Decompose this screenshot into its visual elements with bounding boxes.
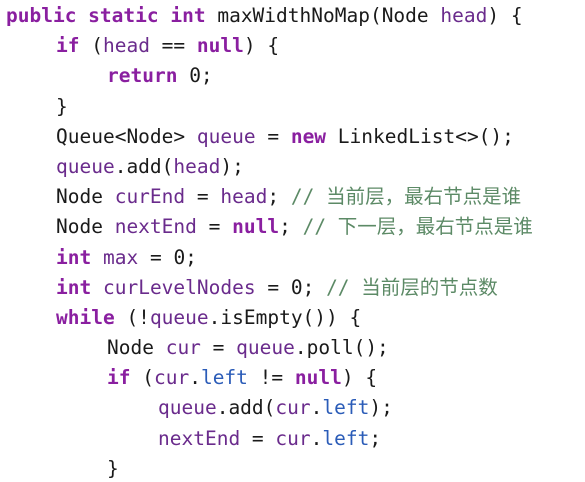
code-token: queue bbox=[236, 336, 295, 360]
code-keyword: if bbox=[107, 366, 131, 390]
code-line: Node curEnd = head; // 当前层，最右节点是谁 bbox=[6, 182, 585, 212]
code-token: head bbox=[102, 34, 150, 58]
code-line: int curLevelNodes = 0; // 当前层的节点数 bbox=[6, 273, 585, 303]
code-line: Node nextEnd = null; // 下一层，最右节点是谁 bbox=[6, 212, 585, 242]
code-token: head bbox=[220, 185, 268, 209]
code-token: ) { bbox=[243, 34, 280, 58]
code-token: .poll(); bbox=[294, 336, 389, 360]
code-token: cur bbox=[165, 336, 201, 360]
code-line: } bbox=[6, 454, 585, 482]
code-token: ) { bbox=[487, 4, 523, 27]
code-token: ( bbox=[130, 366, 154, 390]
code-token: nextEnd bbox=[114, 215, 197, 239]
code-token: Node bbox=[56, 185, 115, 209]
code-keyword: null bbox=[196, 34, 244, 58]
code-line: } bbox=[6, 92, 585, 122]
code-token: = bbox=[185, 185, 221, 209]
code-keyword: while bbox=[56, 305, 115, 329]
code-token: . bbox=[189, 366, 201, 390]
code-token: .isEmpty()) { bbox=[208, 305, 362, 329]
code-token: } bbox=[107, 456, 119, 480]
code-token: Node bbox=[107, 336, 166, 360]
code-token: queue bbox=[56, 154, 115, 178]
code-token: = bbox=[240, 426, 276, 450]
code-token: = bbox=[200, 336, 237, 360]
code-token: queue bbox=[196, 124, 256, 148]
code-keyword: return bbox=[107, 64, 178, 88]
code-token: max bbox=[102, 245, 139, 269]
code-keyword: null bbox=[232, 215, 280, 239]
code-line: queue.add(cur.left); bbox=[6, 393, 585, 423]
code-token: . bbox=[310, 396, 323, 420]
code-line: if (head == null) { bbox=[6, 31, 585, 61]
code-token: head bbox=[173, 154, 221, 178]
code-token: = bbox=[196, 215, 233, 239]
code-keyword: int bbox=[56, 275, 92, 299]
code-line: Node cur = queue.poll(); bbox=[6, 333, 585, 363]
code-token: cur bbox=[153, 366, 190, 390]
code-token: nextEnd bbox=[158, 426, 241, 450]
code-token: left bbox=[322, 396, 370, 420]
code-token: curEnd bbox=[114, 185, 186, 209]
code-token: maxWidthNoMap(Node bbox=[205, 4, 441, 27]
code-block: public static int maxWidthNoMap(Node hea… bbox=[0, 0, 585, 482]
code-token: head bbox=[440, 4, 488, 27]
code-token: curLevelNodes bbox=[102, 275, 256, 299]
code-token: . bbox=[310, 426, 323, 450]
code-line: while (!queue.isEmpty()) { bbox=[6, 303, 585, 333]
code-token: queue bbox=[149, 305, 209, 329]
code-keyword: public static int bbox=[6, 4, 206, 27]
code-token: queue bbox=[158, 396, 217, 420]
code-token: cur bbox=[275, 396, 311, 420]
code-token: ; bbox=[369, 426, 382, 450]
code-token: left bbox=[200, 366, 248, 390]
code-token: cur bbox=[275, 426, 311, 450]
code-comment: // 下一层，最右节点是谁 bbox=[302, 215, 533, 239]
code-token: != bbox=[247, 366, 295, 390]
code-token: ; bbox=[279, 215, 303, 239]
code-token: = 0; bbox=[255, 275, 327, 299]
code-token: ); bbox=[220, 154, 244, 178]
code-token: .add( bbox=[216, 396, 276, 420]
code-token: = bbox=[255, 124, 291, 148]
code-token: } bbox=[56, 94, 68, 118]
code-token: 0; bbox=[177, 64, 213, 88]
code-keyword: new bbox=[290, 124, 327, 148]
code-comment: // 当前层的节点数 bbox=[326, 275, 498, 299]
code-token: ( bbox=[79, 34, 103, 58]
code-token: == bbox=[149, 34, 197, 58]
code-keyword: null bbox=[294, 366, 342, 390]
code-keyword: int bbox=[56, 245, 92, 269]
code-token: Queue<Node> bbox=[56, 124, 197, 148]
code-line: int max = 0; bbox=[6, 243, 585, 273]
code-token: ; bbox=[267, 185, 291, 209]
code-comment: // 当前层，最右节点是谁 bbox=[290, 185, 522, 209]
code-line: return 0; bbox=[6, 61, 585, 91]
code-token: Node bbox=[56, 215, 115, 239]
code-line: public static int maxWidthNoMap(Node hea… bbox=[6, 1, 585, 31]
code-token: (! bbox=[114, 305, 150, 329]
code-line: queue.add(head); bbox=[6, 152, 585, 182]
code-token: LinkedList<>(); bbox=[326, 124, 514, 148]
code-token: ); bbox=[369, 396, 393, 420]
code-line: Queue<Node> queue = new LinkedList<>(); bbox=[6, 122, 585, 152]
code-token: .add( bbox=[114, 154, 174, 178]
code-line: if (cur.left != null) { bbox=[6, 363, 585, 393]
code-token: ) { bbox=[341, 366, 378, 390]
code-token: left bbox=[322, 426, 370, 450]
code-token: = 0; bbox=[138, 245, 197, 269]
code-keyword: if bbox=[56, 34, 80, 58]
code-line: nextEnd = cur.left; bbox=[6, 424, 585, 454]
